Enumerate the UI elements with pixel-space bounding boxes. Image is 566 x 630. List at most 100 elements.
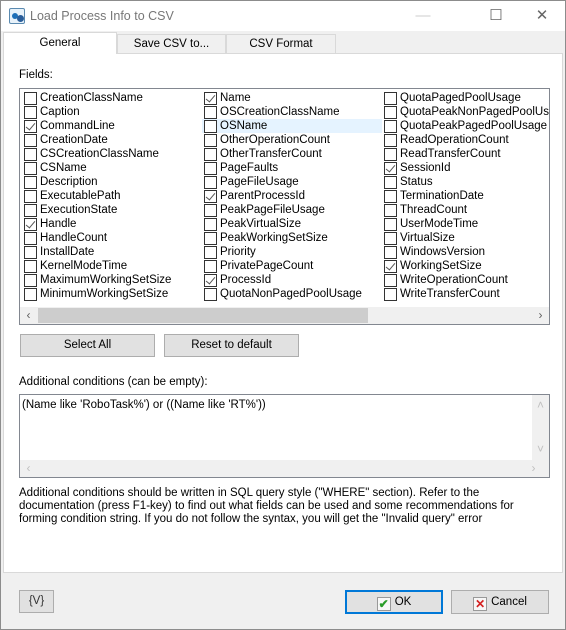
checkbox[interactable] — [24, 106, 37, 119]
checkbox[interactable] — [384, 218, 397, 231]
checkbox[interactable] — [24, 176, 37, 189]
scroll-up-icon[interactable]: ˄ — [532, 397, 549, 414]
maximize-icon[interactable]: ☐ — [481, 5, 511, 27]
checkbox[interactable] — [384, 92, 397, 105]
checkbox[interactable] — [204, 288, 217, 301]
horizontal-scrollbar[interactable]: ‹ › — [20, 460, 549, 477]
horizontal-scrollbar[interactable]: ‹ › — [20, 307, 549, 324]
checkbox[interactable] — [204, 204, 217, 217]
checkbox[interactable] — [24, 232, 37, 245]
checkbox[interactable] — [24, 204, 37, 217]
field-item-handle[interactable]: Handle — [22, 217, 202, 231]
field-item-name[interactable]: Name — [202, 91, 382, 105]
field-item-maximumworkingsetsize[interactable]: MaximumWorkingSetSize — [22, 273, 202, 287]
minimize-icon[interactable]: — — [408, 5, 438, 27]
variables-button[interactable]: {V} — [19, 590, 54, 613]
field-item-terminationdate[interactable]: TerminationDate — [382, 189, 549, 203]
scroll-right-icon[interactable]: › — [532, 307, 549, 324]
checkbox[interactable] — [24, 134, 37, 147]
checkbox[interactable] — [204, 218, 217, 231]
checkbox[interactable] — [384, 260, 397, 273]
field-item-workingsetsize[interactable]: WorkingSetSize — [382, 259, 549, 273]
field-item-installdate[interactable]: InstallDate — [22, 245, 202, 259]
field-item-writetransfercount[interactable]: WriteTransferCount — [382, 287, 549, 301]
checkbox[interactable] — [204, 274, 217, 287]
conditions-textarea[interactable]: (Name like 'RoboTask%') or ((Name like '… — [19, 394, 550, 478]
checkbox[interactable] — [24, 246, 37, 259]
checkbox[interactable] — [384, 288, 397, 301]
checkbox[interactable] — [204, 148, 217, 161]
field-item-caption[interactable]: Caption — [22, 105, 202, 119]
checkbox[interactable] — [24, 218, 37, 231]
field-item-creationclassname[interactable]: CreationClassName — [22, 91, 202, 105]
tab-general[interactable]: General — [3, 32, 117, 54]
checkbox[interactable] — [204, 260, 217, 273]
checkbox[interactable] — [24, 288, 37, 301]
field-item-readtransfercount[interactable]: ReadTransferCount — [382, 147, 549, 161]
field-item-quotapeaknonpagedpoolusage[interactable]: QuotaPeakNonPagedPoolUsage — [382, 105, 549, 119]
field-item-peakvirtualsize[interactable]: PeakVirtualSize — [202, 217, 382, 231]
tab-csv-format[interactable]: CSV Format — [226, 34, 336, 54]
checkbox[interactable] — [204, 92, 217, 105]
checkbox[interactable] — [384, 176, 397, 189]
checkbox[interactable] — [384, 246, 397, 259]
checkbox[interactable] — [24, 162, 37, 175]
checkbox[interactable] — [204, 190, 217, 203]
checkbox[interactable] — [204, 106, 217, 119]
checkbox[interactable] — [204, 232, 217, 245]
field-item-peakworkingsetsize[interactable]: PeakWorkingSetSize — [202, 231, 382, 245]
checkbox[interactable] — [204, 162, 217, 175]
field-item-peakpagefileusage[interactable]: PeakPageFileUsage — [202, 203, 382, 217]
field-item-othertransfercount[interactable]: OtherTransferCount — [202, 147, 382, 161]
field-item-handlecount[interactable]: HandleCount — [22, 231, 202, 245]
field-item-virtualsize[interactable]: VirtualSize — [382, 231, 549, 245]
field-item-quotanonpagedpoolusage[interactable]: QuotaNonPagedPoolUsage — [202, 287, 382, 301]
checkbox[interactable] — [384, 162, 397, 175]
checkbox[interactable] — [384, 190, 397, 203]
select-all-button[interactable]: Select All — [20, 334, 155, 357]
checkbox[interactable] — [384, 274, 397, 287]
field-item-windowsversion[interactable]: WindowsVersion — [382, 245, 549, 259]
checkbox[interactable] — [384, 106, 397, 119]
field-item-description[interactable]: Description — [22, 175, 202, 189]
checkbox[interactable] — [24, 274, 37, 287]
checkbox[interactable] — [204, 120, 217, 133]
field-item-sessionid[interactable]: SessionId — [382, 161, 549, 175]
field-item-kernelmodetime[interactable]: KernelModeTime — [22, 259, 202, 273]
field-item-minimumworkingsetsize[interactable]: MinimumWorkingSetSize — [22, 287, 202, 301]
field-item-quotapeakpagedpoolusage[interactable]: QuotaPeakPagedPoolUsage — [382, 119, 549, 133]
field-item-privatepagecount[interactable]: PrivatePageCount — [202, 259, 382, 273]
checkbox[interactable] — [24, 190, 37, 203]
reset-to-default-button[interactable]: Reset to default — [164, 334, 299, 357]
checkbox[interactable] — [204, 134, 217, 147]
conditions-value[interactable]: (Name like 'RoboTask%') or ((Name like '… — [22, 399, 266, 411]
field-item-readoperationcount[interactable]: ReadOperationCount — [382, 133, 549, 147]
scroll-right-icon[interactable]: › — [525, 460, 542, 477]
ok-button[interactable]: ✔ OK — [345, 590, 443, 614]
field-item-pagefileusage[interactable]: PageFileUsage — [202, 175, 382, 189]
checkbox[interactable] — [24, 148, 37, 161]
close-icon[interactable]: ✕ — [527, 5, 557, 27]
cancel-button[interactable]: ✕ Cancel — [451, 590, 549, 614]
checkbox[interactable] — [384, 134, 397, 147]
field-item-creationdate[interactable]: CreationDate — [22, 133, 202, 147]
scroll-left-icon[interactable]: ‹ — [20, 460, 37, 477]
field-item-cscreationclassname[interactable]: CSCreationClassName — [22, 147, 202, 161]
field-item-csname[interactable]: CSName — [22, 161, 202, 175]
tab-save-csv-to[interactable]: Save CSV to... — [117, 34, 226, 54]
scroll-down-icon[interactable]: ˅ — [532, 441, 549, 458]
checkbox[interactable] — [384, 204, 397, 217]
scrollbar-thumb[interactable] — [38, 308, 368, 323]
checkbox[interactable] — [204, 246, 217, 259]
field-item-quotapagedpoolusage[interactable]: QuotaPagedPoolUsage — [382, 91, 549, 105]
field-item-parentprocessid[interactable]: ParentProcessId — [202, 189, 382, 203]
field-item-priority[interactable]: Priority — [202, 245, 382, 259]
checkbox[interactable] — [384, 232, 397, 245]
field-item-usermodetime[interactable]: UserModeTime — [382, 217, 549, 231]
field-item-executionstate[interactable]: ExecutionState — [22, 203, 202, 217]
field-item-status[interactable]: Status — [382, 175, 549, 189]
field-item-commandline[interactable]: CommandLine — [22, 119, 202, 133]
checkbox[interactable] — [384, 120, 397, 133]
field-item-executablepath[interactable]: ExecutablePath — [22, 189, 202, 203]
field-item-threadcount[interactable]: ThreadCount — [382, 203, 549, 217]
